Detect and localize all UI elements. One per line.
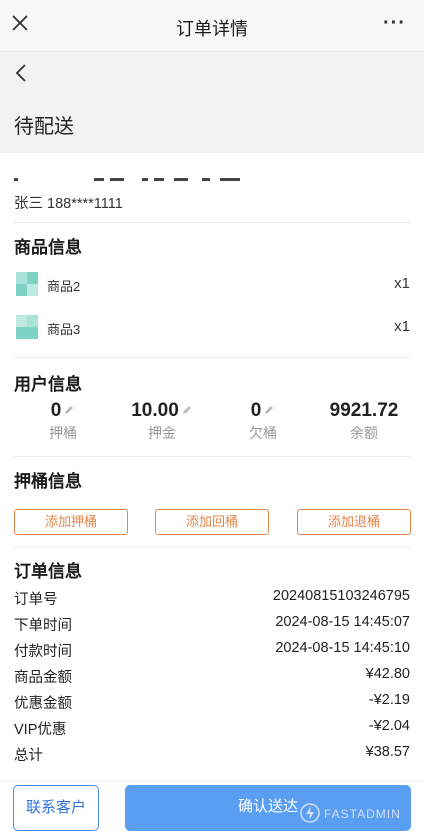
row-value: 2024-08-15 14:45:07	[275, 614, 410, 630]
watermark-text: FASTADMIN	[324, 807, 401, 821]
user-section-title: 用户信息	[14, 375, 82, 394]
stat-value: 10.00	[131, 400, 179, 421]
row-value: ¥38.57	[365, 744, 410, 760]
divider	[14, 222, 410, 223]
row-value: 20240815103246795	[272, 588, 410, 604]
row-key: VIP优惠	[14, 722, 67, 738]
edit-icon[interactable]	[181, 404, 193, 416]
order-info-row: VIP优惠 -¥2.04	[14, 716, 410, 738]
edit-icon[interactable]	[263, 404, 275, 416]
divider	[14, 547, 410, 548]
order-info-row: 总计 ¥38.57	[14, 742, 410, 764]
order-info-row: 优惠金额 -¥2.19	[14, 690, 410, 712]
divider	[14, 456, 410, 457]
product-image	[16, 272, 38, 296]
stat-owed-bucket[interactable]: 0 欠桶	[232, 400, 294, 443]
order-info-row: 订单号 20240815103246795	[14, 586, 410, 608]
stat-label: 押桶	[49, 425, 77, 441]
product-qty: x1	[394, 318, 410, 335]
row-value: 2024-08-15 14:45:10	[275, 640, 410, 656]
stat-value: 0	[50, 400, 62, 421]
stat-balance: 9921.72 余额	[318, 400, 410, 443]
contact-info: 张三 188****1111	[14, 196, 123, 212]
row-key: 订单号	[14, 592, 58, 608]
goods-section-title: 商品信息	[14, 238, 82, 257]
order-info-row: 商品金额 ¥42.80	[14, 664, 410, 686]
product-image	[16, 315, 38, 339]
bucket-section-title: 押桶信息	[14, 472, 82, 491]
add-refund-bucket-button[interactable]: 添加退桶	[297, 509, 411, 535]
fastadmin-logo-icon	[300, 803, 320, 823]
stat-label: 欠桶	[249, 425, 277, 441]
back-icon[interactable]	[12, 60, 32, 86]
edit-icon[interactable]	[63, 404, 75, 416]
row-key: 商品金额	[14, 670, 72, 686]
product-name: 商品2	[47, 279, 81, 294]
more-icon[interactable]: ···	[383, 12, 406, 35]
stat-bucket-deposit[interactable]: 0 押桶	[32, 400, 94, 443]
row-value: -¥2.19	[368, 692, 410, 708]
stat-value: 9921.72	[329, 400, 399, 421]
nav-bar: 订单详情 ···	[0, 0, 424, 52]
product-name: 商品3	[47, 322, 81, 337]
order-info-row: 下单时间 2024-08-15 14:45:07	[14, 612, 410, 634]
stat-label: 余额	[350, 425, 378, 441]
contact-customer-button[interactable]: 联系客户	[13, 785, 99, 831]
order-status: 待配送	[14, 116, 74, 138]
row-value: -¥2.04	[368, 718, 410, 734]
add-deposit-bucket-button[interactable]: 添加押桶	[14, 509, 128, 535]
stat-value: 0	[250, 400, 262, 421]
list-item[interactable]: 商品2 x1	[14, 270, 410, 298]
row-key: 总计	[14, 748, 43, 764]
product-qty: x1	[394, 275, 410, 292]
order-info-row: 付款时间 2024-08-15 14:45:10	[14, 638, 410, 660]
row-key: 下单时间	[14, 618, 72, 634]
user-stats: 0 押桶 10.00 押金 0 欠桶 9921.72 余额	[0, 400, 424, 446]
row-key: 优惠金额	[14, 696, 72, 712]
order-section-title: 订单信息	[14, 562, 82, 581]
row-key: 付款时间	[14, 644, 72, 660]
row-value: ¥42.80	[365, 666, 410, 682]
stat-label: 押金	[148, 425, 176, 441]
divider	[14, 357, 410, 358]
add-return-bucket-button[interactable]: 添加回桶	[155, 509, 269, 535]
address-text-obscured	[14, 170, 244, 190]
list-item[interactable]: 商品3 x1	[14, 313, 410, 341]
page-title: 订单详情	[176, 19, 248, 39]
stat-deposit-amount[interactable]: 10.00 押金	[120, 400, 204, 443]
